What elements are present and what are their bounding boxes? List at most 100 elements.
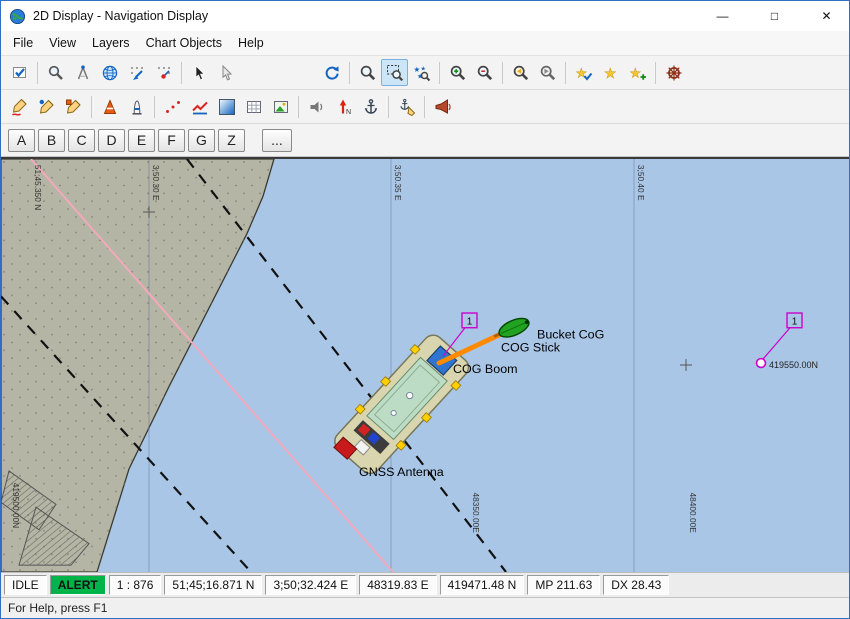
layer-button-z[interactable]: Z (218, 129, 245, 152)
alarm-button[interactable] (429, 93, 456, 120)
edit-symbol-button[interactable] (33, 93, 60, 120)
maximize-button[interactable]: □ (752, 1, 797, 31)
app-window: 2D Display - Navigation Display — □ ✕ Fi… (0, 0, 850, 619)
zoom-previous-icon (512, 64, 530, 82)
measure-button[interactable] (69, 59, 96, 86)
grid-label-lat: 51;45.350 N (33, 165, 43, 210)
world-button[interactable] (96, 59, 123, 86)
edit-line-icon (11, 98, 29, 116)
dx-indicator: DX 28.43 (603, 575, 669, 595)
edit-anchor-button[interactable] (393, 93, 420, 120)
layer-letter-bar: A B C D E F G Z ... (1, 124, 849, 157)
mode-indicator: IDLE (4, 575, 47, 595)
favorite-check-icon: ★ (575, 64, 593, 82)
layer-button-d[interactable]: D (98, 129, 125, 152)
svg-text:★: ★ (420, 65, 425, 72)
cog-stick-label: COG Stick (501, 340, 561, 354)
favorite-button[interactable]: ★ (597, 59, 624, 86)
zoom-objects-button[interactable]: ★★★ (408, 59, 435, 86)
menu-file[interactable]: File (5, 33, 41, 53)
anchor-button[interactable] (357, 93, 384, 120)
toolbar-separator (655, 62, 656, 84)
close-button[interactable]: ✕ (804, 1, 849, 31)
minimize-button[interactable]: — (700, 1, 745, 31)
favorite-add-button[interactable]: ★ (624, 59, 651, 86)
layer-button-e[interactable]: E (128, 129, 155, 152)
menu-help[interactable]: Help (230, 33, 272, 53)
zoom-previous-button[interactable] (507, 59, 534, 86)
refresh-icon (323, 64, 341, 82)
svg-text:★: ★ (629, 65, 641, 80)
edit-line-button[interactable] (6, 93, 33, 120)
toolbar-separator (154, 96, 155, 118)
measure-icon (74, 64, 92, 82)
favorite-star-icon: ★ (602, 64, 620, 82)
north-arrow-icon: N (335, 98, 353, 116)
menu-chart-objects[interactable]: Chart Objects (138, 33, 230, 53)
zoom-next-icon (539, 64, 557, 82)
layer-button-a[interactable]: A (8, 129, 35, 152)
lamp-buoy-icon (128, 98, 146, 116)
zoom-icon (359, 64, 377, 82)
toolbar-objects: N (1, 90, 849, 124)
menu-layers[interactable]: Layers (84, 33, 138, 53)
goto-position-button[interactable] (123, 59, 150, 86)
grid-label-lon: 3;50.35 E (393, 165, 403, 201)
favorite-check-button[interactable]: ★ (570, 59, 597, 86)
depth-area-icon (219, 99, 235, 115)
layer-button-b[interactable]: B (38, 129, 65, 152)
toolbar-separator (565, 62, 566, 84)
menu-view[interactable]: View (41, 33, 84, 53)
goto-position-icon (128, 64, 146, 82)
buoy-button[interactable] (123, 93, 150, 120)
zoom-button[interactable] (354, 59, 381, 86)
svg-text:N: N (346, 109, 351, 116)
grid-label-easting: 48350.00E (471, 493, 481, 534)
toolbar-main: ★★★ ★ ★ ★ (1, 56, 849, 90)
zoom-objects-icon: ★★★ (413, 64, 431, 82)
display-check-button[interactable] (6, 59, 33, 86)
edit-symbol-icon (38, 98, 56, 116)
depth-area-button[interactable] (213, 93, 240, 120)
find-button[interactable] (42, 59, 69, 86)
select-alt-button[interactable] (213, 59, 240, 86)
grid-button[interactable] (240, 93, 267, 120)
dotted-line-button[interactable] (159, 93, 186, 120)
speaker-icon (308, 98, 326, 116)
cone-buoy-icon (101, 98, 119, 116)
select-button[interactable] (186, 59, 213, 86)
refresh-button[interactable] (318, 59, 345, 86)
cone-button[interactable] (96, 93, 123, 120)
gnss-antenna-label: GNSS Antenna (359, 465, 444, 479)
edit-anchor-icon (398, 98, 416, 116)
north-arrow-button[interactable]: N (330, 93, 357, 120)
grid-marker-northing-label: 419550.00N (769, 360, 818, 370)
dotted-line-icon (164, 98, 182, 116)
layer-button-more[interactable]: ... (262, 129, 292, 152)
zoom-next-button[interactable] (534, 59, 561, 86)
northing-indicator: 419471.48 N (440, 575, 525, 595)
zoom-window-button[interactable] (381, 59, 408, 86)
toolbar-separator (298, 96, 299, 118)
grid-image-button[interactable] (267, 93, 294, 120)
anchor-icon (362, 98, 380, 116)
line-style-button[interactable] (186, 93, 213, 120)
mp-indicator: MP 211.63 (527, 575, 600, 595)
layer-button-g[interactable]: G (188, 129, 215, 152)
layer-button-f[interactable]: F (158, 129, 185, 152)
zoom-out-icon (476, 64, 494, 82)
status-bar: IDLE ALERT 1 : 876 51;45;16.871 N 3;50;3… (1, 572, 849, 597)
grid-image-icon (272, 98, 290, 116)
grid-icon (245, 98, 263, 116)
track-vessel-button[interactable] (150, 59, 177, 86)
layer-button-c[interactable]: C (68, 129, 95, 152)
grid-marker-number: 1 (792, 316, 798, 327)
edit-area-button[interactable] (60, 93, 87, 120)
world-icon (101, 64, 119, 82)
chart-map[interactable]: 51;45.350 N 3;50.30 E 3;50.35 E 3;50.40 … (1, 157, 849, 572)
sound-button[interactable] (303, 93, 330, 120)
zoom-out-button[interactable] (471, 59, 498, 86)
scale-indicator: 1 : 876 (109, 575, 162, 595)
helm-button[interactable] (660, 59, 687, 86)
zoom-in-button[interactable] (444, 59, 471, 86)
